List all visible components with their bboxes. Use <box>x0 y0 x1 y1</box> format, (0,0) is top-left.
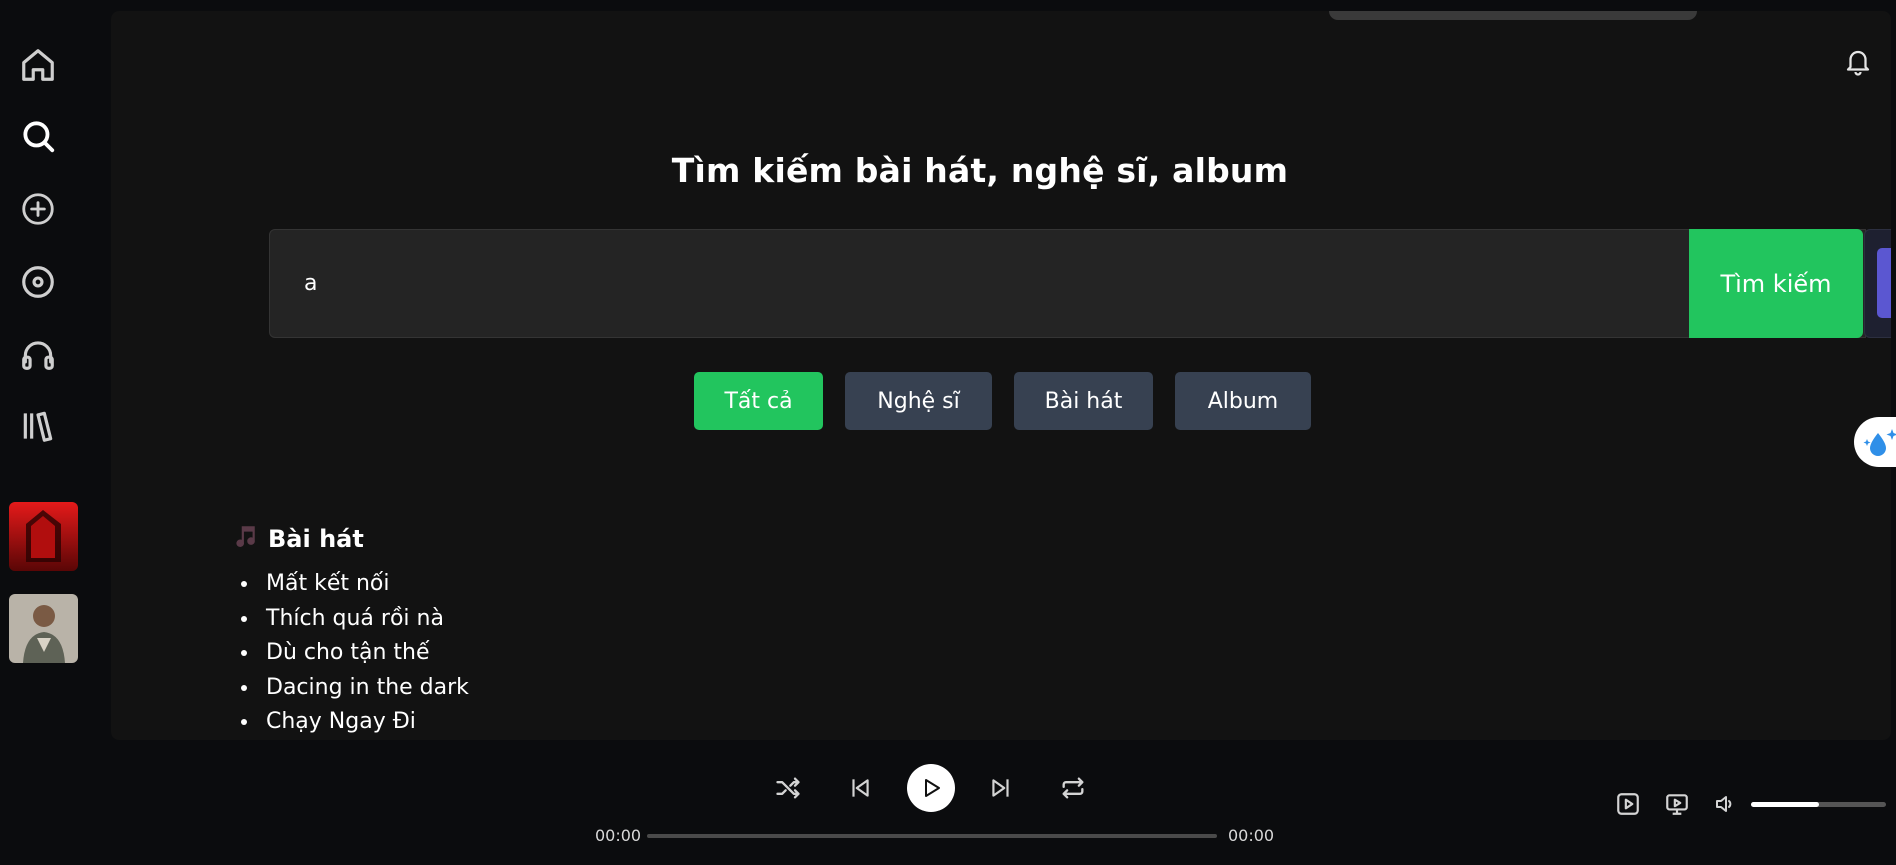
previous-icon[interactable] <box>840 768 880 808</box>
bell-icon[interactable] <box>1843 45 1873 79</box>
disc-icon[interactable] <box>18 262 58 302</box>
song-item[interactable]: Dù cho tận thế <box>260 636 469 671</box>
results-title: Bài hát <box>268 525 364 553</box>
volume-level <box>1751 802 1819 807</box>
repeat-icon[interactable] <box>1053 768 1093 808</box>
results-section: Bài hát Mất kết nối Thích quá rồi nà Dù … <box>232 523 469 740</box>
top-pill <box>1329 11 1697 20</box>
now-playing-icon[interactable] <box>1614 790 1642 818</box>
page-title: Tìm kiếm bài hát, nghệ sĩ, album <box>671 151 1289 190</box>
search-box <box>269 229 1866 338</box>
mic-container <box>1864 229 1891 338</box>
play-button[interactable] <box>907 764 955 812</box>
album-cover[interactable] <box>9 502 78 571</box>
filter-all[interactable]: Tất cả <box>694 372 823 430</box>
search-input[interactable] <box>304 230 1804 337</box>
results-header: Bài hát <box>232 523 469 555</box>
song-list: Mất kết nối Thích quá rồi nà Dù cho tận … <box>260 567 469 740</box>
filter-artists[interactable]: Nghệ sĩ <box>845 372 992 430</box>
search-button[interactable]: Tìm kiếm <box>1689 229 1863 338</box>
volume-slider[interactable] <box>1751 802 1886 807</box>
device-icon[interactable] <box>1663 790 1691 818</box>
song-item[interactable]: Dacing in the dark <box>260 671 469 706</box>
progress-bar[interactable] <box>647 834 1217 838</box>
library-icon[interactable] <box>18 406 58 446</box>
sparkle-assistant-icon[interactable] <box>1854 417 1896 467</box>
sidebar <box>0 0 110 740</box>
current-time: 00:00 <box>595 826 642 845</box>
shuffle-icon[interactable] <box>768 768 808 808</box>
song-item[interactable]: Chạy Ngay Đi <box>260 705 469 740</box>
music-note-icon <box>232 523 258 555</box>
filter-albums[interactable]: Album <box>1175 372 1311 430</box>
next-icon[interactable] <box>981 768 1021 808</box>
headphones-icon[interactable] <box>18 334 58 374</box>
song-item[interactable]: Thích quá rồi nà <box>260 602 469 637</box>
duration: 00:00 <box>1228 826 1275 845</box>
artist-photo[interactable] <box>9 594 78 663</box>
search-icon[interactable] <box>18 116 58 156</box>
volume-icon[interactable] <box>1711 790 1739 818</box>
home-icon[interactable] <box>18 45 58 85</box>
song-item[interactable]: Mất kết nối <box>260 567 469 602</box>
main-content: Tìm kiếm bài hát, nghệ sĩ, album Tìm kiế… <box>111 11 1891 740</box>
filter-songs[interactable]: Bài hát <box>1014 372 1153 430</box>
microphone-icon[interactable] <box>1877 248 1891 318</box>
add-circle-icon[interactable] <box>18 189 58 229</box>
